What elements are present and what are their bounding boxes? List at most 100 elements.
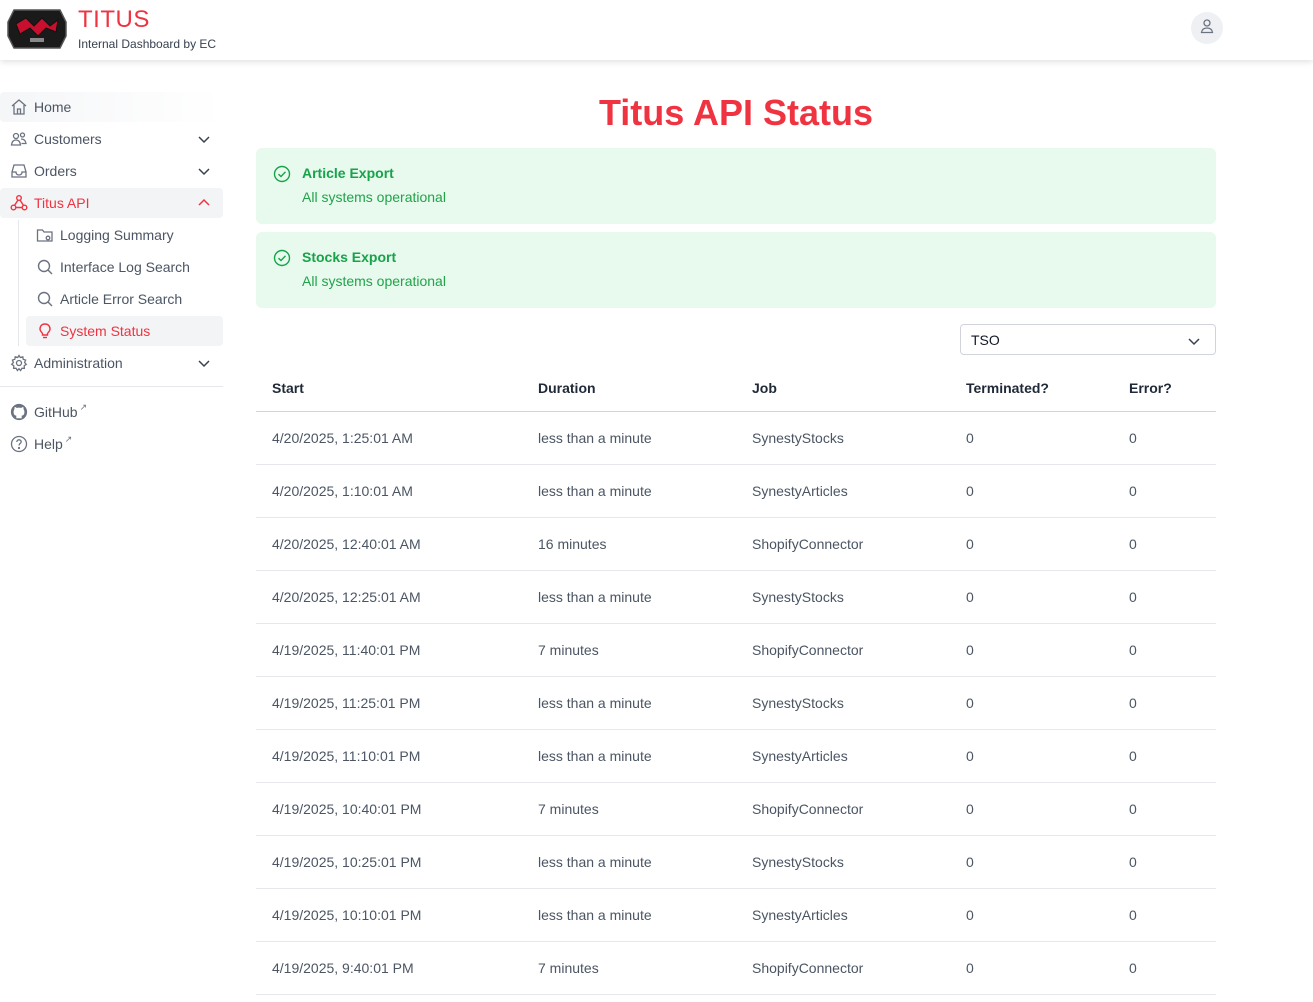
sidebar-item-titus-api[interactable]: Titus API <box>0 188 223 218</box>
column-header-duration[interactable]: Duration <box>522 366 736 412</box>
cell-job: SynestyStocks <box>736 835 950 889</box>
home-icon <box>10 98 28 116</box>
cell-duration: less than a minute <box>522 729 736 783</box>
cell-start: 4/19/2025, 10:10:01 PM <box>256 888 522 942</box>
cell-start: 4/19/2025, 10:40:01 PM <box>256 782 522 836</box>
status-text: All systems operational <box>302 189 446 205</box>
sidebar-item-label: Administration <box>34 355 123 371</box>
inbox-icon <box>10 162 28 180</box>
user-avatar-button[interactable] <box>1191 12 1223 44</box>
sidebar-item-label: Orders <box>34 163 77 179</box>
sidebar-link-help[interactable]: Help ↗ <box>0 429 223 459</box>
cell-error: 0 <box>1113 623 1216 677</box>
chevron-down-icon <box>197 164 211 178</box>
select-value: TSO <box>971 332 1000 348</box>
sidebar-item-logging-summary[interactable]: Logging Summary <box>26 220 223 250</box>
top-header: TITUS Internal Dashboard by EC <box>0 0 1313 60</box>
cell-start: 4/20/2025, 1:10:01 AM <box>256 464 522 518</box>
table-row[interactable]: 4/19/2025, 10:10:01 PM less than a minute… <box>256 888 1216 942</box>
sidebar-item-label: Help <box>34 436 63 452</box>
cell-error: 0 <box>1113 464 1216 518</box>
github-icon <box>10 403 28 421</box>
users-icon <box>10 130 28 148</box>
cell-terminated: 0 <box>950 782 1113 836</box>
status-title: Article Export <box>302 165 394 181</box>
table-row[interactable]: 4/20/2025, 12:25:01 AM less than a minute… <box>256 570 1216 624</box>
cell-start: 4/20/2025, 12:25:01 AM <box>256 570 522 624</box>
check-circle-icon <box>273 249 291 267</box>
sidebar-item-interface-log-search[interactable]: Interface Log Search <box>26 252 223 282</box>
cell-start: 4/20/2025, 1:25:01 AM <box>256 411 522 465</box>
sidebar-item-article-error-search[interactable]: Article Error Search <box>26 284 223 314</box>
table-row[interactable]: 4/19/2025, 11:10:01 PM less than a minute… <box>256 729 1216 783</box>
search-icon <box>36 258 54 276</box>
cell-start: 4/19/2025, 11:10:01 PM <box>256 729 522 783</box>
cell-job: SynestyArticles <box>736 888 950 942</box>
cell-terminated: 0 <box>950 623 1113 677</box>
cell-terminated: 0 <box>950 570 1113 624</box>
sidebar-item-label: Logging Summary <box>60 227 174 243</box>
chevron-down-icon <box>197 132 211 146</box>
table-row[interactable]: 4/20/2025, 1:10:01 AM less than a minute S… <box>256 464 1216 518</box>
column-header-job[interactable]: Job <box>736 366 950 412</box>
cell-error: 0 <box>1113 411 1216 465</box>
status-card-article-export: Article Export All systems operational <box>256 148 1216 224</box>
cell-start: 4/19/2025, 11:25:01 PM <box>256 676 522 730</box>
cell-duration: less than a minute <box>522 411 736 465</box>
table-row[interactable]: 4/19/2025, 10:25:01 PM less than a minute… <box>256 835 1216 889</box>
cell-start: 4/20/2025, 12:40:01 AM <box>256 517 522 571</box>
sidebar-item-administration[interactable]: Administration <box>0 348 223 378</box>
table-row[interactable]: 4/19/2025, 9:40:01 PM 7 minutes ShopifyCon… <box>256 941 1216 995</box>
column-header-start[interactable]: Start <box>256 366 522 412</box>
chevron-down-icon <box>1187 334 1201 348</box>
sidebar-divider <box>0 386 223 387</box>
table-row[interactable]: 4/20/2025, 12:40:01 AM 16 minutes ShopifyC… <box>256 517 1216 571</box>
page-title: Titus API Status <box>598 92 874 133</box>
table-row[interactable]: 4/19/2025, 11:40:01 PM 7 minutes ShopifyCo… <box>256 623 1216 677</box>
cell-duration: less than a minute <box>522 888 736 942</box>
sidebar-item-customers[interactable]: Customers <box>0 124 223 154</box>
sidebar-item-home[interactable]: Home <box>0 92 223 122</box>
column-header-terminated[interactable]: Terminated? <box>950 366 1113 412</box>
cell-duration: 16 minutes <box>522 517 736 571</box>
cell-job: ShopifyConnector <box>736 941 950 995</box>
help-circle-icon <box>10 435 28 453</box>
table-row[interactable]: 4/19/2025, 11:25:01 PM less than a minute… <box>256 676 1216 730</box>
titus-logo[interactable] <box>6 4 68 54</box>
cell-terminated: 0 <box>950 941 1113 995</box>
cell-terminated: 0 <box>950 835 1113 889</box>
cell-error: 0 <box>1113 729 1216 783</box>
cell-error: 0 <box>1113 676 1216 730</box>
cell-job: SynestyArticles <box>736 464 950 518</box>
external-link-icon: ↗ <box>79 401 88 412</box>
cell-start: 4/19/2025, 11:40:01 PM <box>256 623 522 677</box>
sidebar-item-label: Titus API <box>34 195 90 211</box>
webhook-icon <box>10 194 28 212</box>
brand: TITUS Internal Dashboard by EC <box>78 6 216 51</box>
sidebar-item-orders[interactable]: Orders <box>0 156 223 186</box>
cell-duration: 7 minutes <box>522 623 736 677</box>
brand-subtitle: Internal Dashboard by EC <box>78 37 217 51</box>
titus-api-submenu: Logging Summary Interface Log Search Art… <box>0 220 223 346</box>
cell-job: ShopifyConnector <box>736 517 950 571</box>
cell-job: ShopifyConnector <box>736 782 950 836</box>
cell-duration: less than a minute <box>522 464 736 518</box>
table-row[interactable]: 4/20/2025, 1:25:01 AM less than a minute S… <box>256 411 1216 465</box>
search-icon <box>36 290 54 308</box>
check-circle-icon <box>273 165 291 183</box>
system-filter-select[interactable]: TSO <box>960 324 1216 355</box>
cell-duration: less than a minute <box>522 835 736 889</box>
folder-gear-icon <box>36 226 54 244</box>
sidebar-item-label: Customers <box>34 131 102 147</box>
cell-error: 0 <box>1113 888 1216 942</box>
sidebar-item-label: System Status <box>60 323 151 339</box>
cell-duration: 7 minutes <box>522 941 736 995</box>
sidebar-item-label: Home <box>34 99 72 115</box>
table-row[interactable]: 4/19/2025, 10:40:01 PM 7 minutes ShopifyCo… <box>256 782 1216 836</box>
cell-terminated: 0 <box>950 729 1113 783</box>
cell-terminated: 0 <box>950 517 1113 571</box>
sidebar-item-system-status[interactable]: System Status <box>26 316 223 346</box>
sidebar-link-github[interactable]: GitHub ↗ <box>0 397 223 427</box>
cell-duration: less than a minute <box>522 570 736 624</box>
column-header-error[interactable]: Error? <box>1113 366 1216 412</box>
